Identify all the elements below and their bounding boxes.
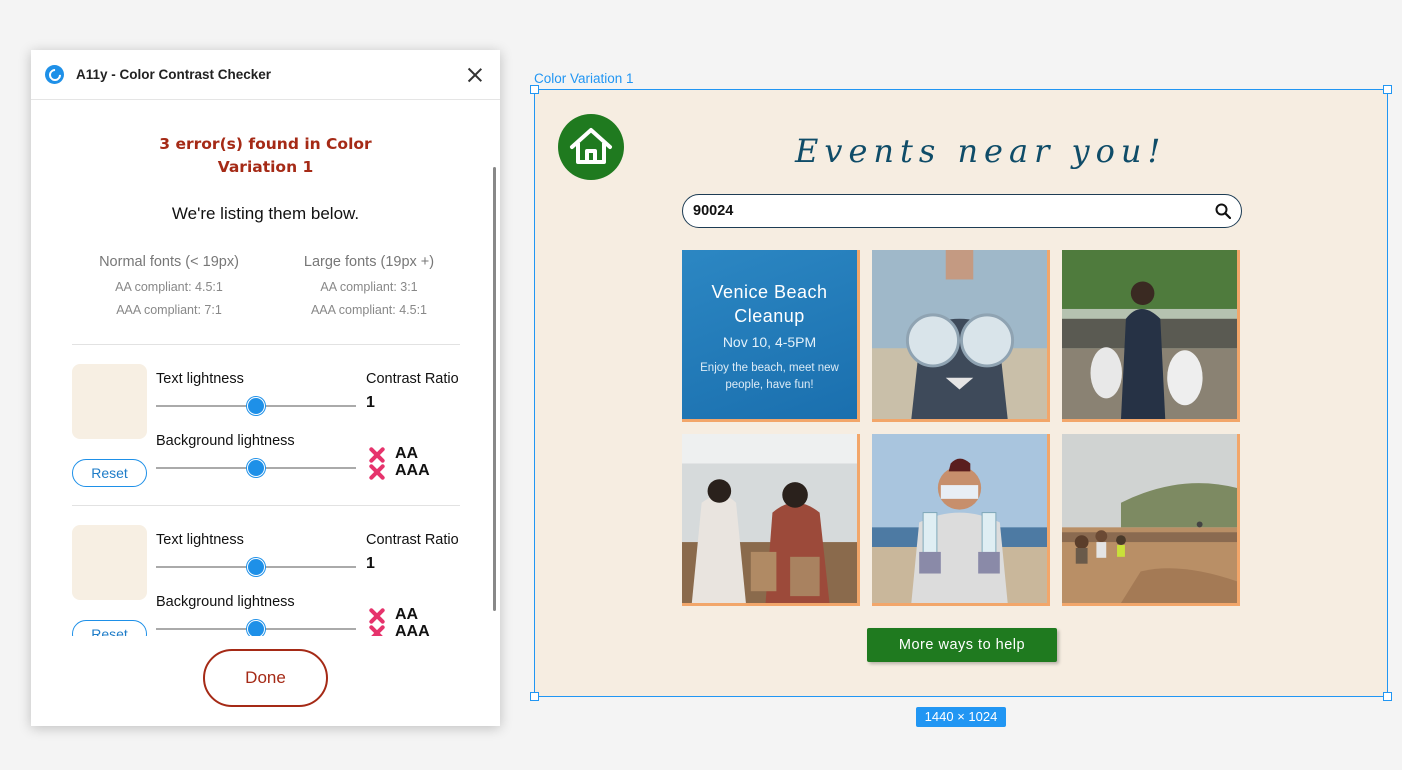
home-button[interactable] — [558, 114, 624, 180]
photo-tile[interactable] — [1062, 434, 1240, 606]
text-lightness-slider[interactable] — [156, 558, 356, 576]
home-icon — [570, 128, 612, 164]
events-title: Events near you! — [795, 132, 1167, 170]
normal-aa-criteria: AA compliant: 4.5:1 — [115, 280, 223, 294]
volunteer-photo — [682, 434, 857, 603]
normal-aaa-criteria: AAA compliant: 7:1 — [116, 303, 222, 317]
contrast-checker-panel: A11y - Color Contrast Checker 3 error(s)… — [31, 50, 500, 726]
background-lightness-label: Background lightness — [156, 594, 295, 610]
large-fonts-title: Large fonts (19px +) — [303, 254, 435, 270]
event-promo-tile[interactable]: Venice Beach Cleanup Nov 10, 4-5PM Enjoy… — [682, 250, 860, 422]
aa-level: AA — [395, 606, 419, 623]
photo-tile[interactable] — [682, 434, 860, 606]
color-swatch — [72, 525, 147, 600]
plugin-logo-icon — [45, 65, 64, 84]
aaa-level: AAA — [395, 462, 430, 479]
zip-search-input[interactable]: 90024 — [682, 194, 1242, 228]
resize-handle[interactable] — [530, 85, 539, 94]
done-button[interactable]: Done — [203, 649, 328, 707]
text-lightness-label: Text lightness — [156, 371, 244, 387]
volunteer-photo — [1062, 250, 1237, 419]
panel-header: A11y - Color Contrast Checker — [31, 50, 500, 100]
slider-thumb[interactable] — [247, 397, 265, 415]
photo-tile[interactable] — [1062, 250, 1240, 422]
error-entry: Reset Text lightness Background lightnes… — [31, 506, 500, 636]
text-lightness-slider[interactable] — [156, 397, 356, 415]
panel-scrollbar[interactable] — [493, 167, 496, 611]
slider-thumb[interactable] — [247, 620, 265, 636]
slider-thumb[interactable] — [247, 459, 265, 477]
panel-body: 3 error(s) found in Color Variation 1 We… — [31, 101, 500, 636]
photo-tile[interactable] — [872, 250, 1050, 422]
fail-x-icon — [369, 608, 385, 624]
more-ways-to-help-button[interactable]: More ways to help — [867, 628, 1057, 662]
frame-size-badge: 1440 × 1024 — [916, 707, 1006, 727]
aaa-level: AAA — [395, 623, 430, 636]
volunteer-photo — [1062, 434, 1237, 603]
resize-handle[interactable] — [530, 692, 539, 701]
background-lightness-slider[interactable] — [156, 620, 356, 636]
resize-handle[interactable] — [1383, 692, 1392, 701]
large-fonts-criteria: Large fonts (19px +) AA compliant: 3:1 A… — [269, 254, 469, 322]
contrast-ratio-label: Contrast Ratio — [366, 532, 459, 548]
promo-description: Enjoy the beach, meet new people, have f… — [700, 362, 839, 391]
listing-text: We're listing them below. — [171, 204, 360, 223]
resize-handle[interactable] — [1383, 85, 1392, 94]
contrast-ratio-value: 1 — [366, 394, 375, 411]
volunteer-photo — [872, 250, 1047, 419]
background-lightness-label: Background lightness — [156, 433, 295, 449]
design-frame[interactable]: Events near you! 90024 Venice Beach Clea… — [530, 85, 1392, 701]
color-swatch — [72, 364, 147, 439]
large-aa-criteria: AA compliant: 3:1 — [320, 280, 418, 294]
panel-title: A11y - Color Contrast Checker — [76, 67, 272, 82]
normal-fonts-title: Normal fonts (< 19px) — [99, 254, 239, 270]
text-lightness-label: Text lightness — [156, 532, 244, 548]
promo-date: Nov 10, 4-5PM — [722, 334, 817, 350]
error-entry: Reset Text lightness Background lightnes… — [31, 345, 500, 505]
close-icon[interactable] — [464, 64, 486, 86]
photo-tile[interactable] — [872, 434, 1050, 606]
large-aaa-criteria: AAA compliant: 4.5:1 — [310, 303, 428, 317]
search-value: 90024 — [693, 203, 734, 219]
reset-button[interactable]: Reset — [72, 620, 147, 636]
background-lightness-slider[interactable] — [156, 459, 356, 477]
normal-fonts-criteria: Normal fonts (< 19px) AA compliant: 4.5:… — [69, 254, 269, 322]
volunteer-photo — [872, 434, 1047, 603]
aa-level: AA — [395, 445, 419, 462]
promo-title: Venice Beach Cleanup — [711, 282, 828, 326]
search-icon[interactable] — [1215, 203, 1231, 219]
frame-label[interactable]: Color Variation 1 — [534, 71, 634, 86]
fail-x-icon — [369, 464, 385, 480]
compliance-criteria: Normal fonts (< 19px) AA compliant: 4.5:… — [69, 254, 469, 322]
contrast-ratio-label: Contrast Ratio — [366, 371, 459, 387]
error-heading: 3 error(s) found in Color Variation 1 — [159, 135, 372, 176]
contrast-ratio-value: 1 — [366, 555, 375, 572]
fail-x-icon — [369, 625, 385, 636]
reset-button[interactable]: Reset — [72, 459, 147, 487]
slider-thumb[interactable] — [247, 558, 265, 576]
fail-x-icon — [369, 447, 385, 463]
